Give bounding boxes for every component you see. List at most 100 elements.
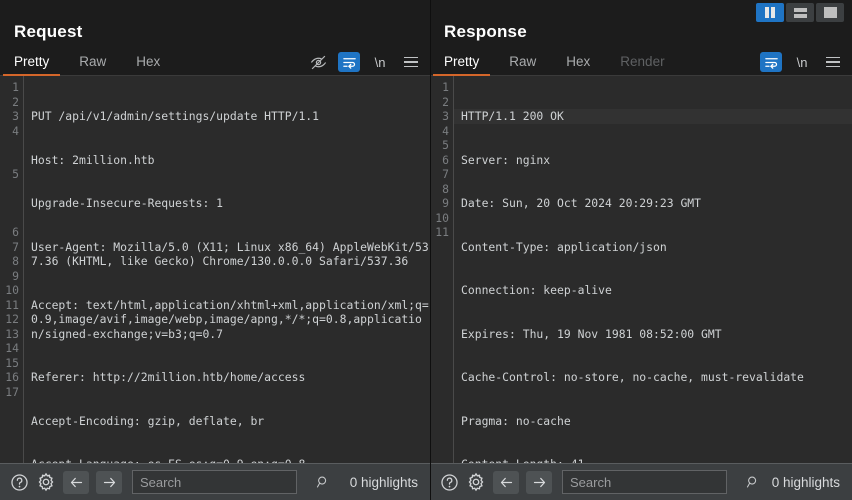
search-input[interactable] — [140, 475, 316, 490]
code-line: Upgrade-Insecure-Requests: 1 — [31, 196, 430, 211]
hamburger-bars — [826, 57, 840, 68]
newline-icon[interactable]: \n — [791, 52, 813, 72]
code-line: Accept: text/html,application/xhtml+xml,… — [31, 298, 430, 342]
line-number: 9 — [0, 269, 19, 284]
code-line: Date: Sun, 20 Oct 2024 20:29:23 GMT — [461, 196, 852, 211]
line-number: 6 — [0, 225, 19, 240]
arrow-left-icon[interactable] — [63, 471, 89, 494]
horizontal-split-icon — [794, 8, 807, 18]
response-tool-icons: \n — [760, 52, 844, 72]
line-number-blank — [0, 138, 19, 153]
code-line: Content-Length: 41 — [461, 457, 852, 463]
code-line-status: HTTP/1.1 200 OK — [454, 109, 852, 124]
line-number: 7 — [430, 167, 449, 182]
tab-response-pretty[interactable]: Pretty — [444, 54, 479, 75]
newline-label: \n — [375, 55, 386, 70]
question-circle-icon[interactable] — [10, 473, 29, 492]
word-wrap-icon[interactable] — [338, 52, 360, 72]
line-number: 1 — [0, 80, 19, 95]
line-number: 8 — [430, 182, 449, 197]
code-line: Referer: http://2million.htb/home/access — [31, 370, 430, 385]
hamburger-menu-icon[interactable] — [822, 52, 844, 72]
line-number: 13 — [0, 327, 19, 342]
request-code[interactable]: PUT /api/v1/admin/settings/update HTTP/1… — [24, 76, 430, 463]
line-number: 3 — [0, 109, 19, 124]
hamburger-bars — [404, 57, 418, 68]
tab-request-raw[interactable]: Raw — [79, 54, 106, 75]
line-number: 4 — [0, 124, 19, 139]
line-number: 1 — [430, 80, 449, 95]
code-line: Host: 2million.htb — [31, 153, 430, 168]
hamburger-menu-icon[interactable] — [400, 52, 422, 72]
layout-toggle-group — [756, 3, 844, 22]
code-line: Cache-Control: no-store, no-cache, must-… — [461, 370, 852, 385]
line-number: 5 — [430, 138, 449, 153]
arrow-right-icon[interactable] — [96, 471, 122, 494]
highlights-count: 0 highlights — [772, 475, 844, 490]
line-number: 15 — [0, 356, 19, 371]
code-line: Content-Type: application/json — [461, 240, 852, 255]
line-number: 10 — [0, 283, 19, 298]
line-number: 10 — [430, 211, 449, 226]
arrow-right-icon[interactable] — [526, 471, 552, 494]
search-box[interactable] — [132, 470, 297, 494]
newline-icon[interactable]: \n — [369, 52, 391, 72]
code-line: Expires: Thu, 19 Nov 1981 08:52:00 GMT — [461, 327, 852, 342]
response-code[interactable]: HTTP/1.1 200 OK Server: nginx Date: Sun,… — [454, 76, 852, 463]
line-number-blank — [0, 211, 19, 226]
layout-horizontal-split-button[interactable] — [786, 3, 814, 22]
gear-icon[interactable] — [466, 472, 486, 492]
line-number: 16 — [0, 370, 19, 385]
gear-icon[interactable] — [36, 472, 56, 492]
line-number: 8 — [0, 254, 19, 269]
magnifier-icon[interactable] — [316, 475, 330, 489]
pane-divider[interactable] — [430, 0, 431, 500]
request-pane: Request Pretty Raw Hex — [0, 0, 430, 500]
code-line: Accept-Language: es-ES,es;q=0.9,en;q=0.8 — [31, 457, 430, 463]
line-number: 11 — [0, 298, 19, 313]
code-line: PUT /api/v1/admin/settings/update HTTP/1… — [31, 109, 430, 124]
line-number: 17 — [0, 385, 19, 400]
response-bottom-bar: 0 highlights — [430, 463, 852, 500]
burp-repeater-window: Request Pretty Raw Hex — [0, 0, 852, 500]
code-line: Connection: keep-alive — [461, 283, 852, 298]
line-number: 4 — [430, 124, 449, 139]
response-editor[interactable]: 1 2 3 4 5 6 7 8 9 10 11 HTTP/1.1 200 OK … — [430, 76, 852, 463]
tab-response-raw[interactable]: Raw — [509, 54, 536, 75]
highlights-count: 0 highlights — [350, 475, 422, 490]
newline-label: \n — [797, 55, 808, 70]
response-tabstrip: Pretty Raw Hex Render \n — [430, 48, 852, 76]
response-pane: Response Pretty Raw Hex Render \n — [430, 0, 852, 500]
code-line: User-Agent: Mozilla/5.0 (X11; Linux x86_… — [31, 240, 430, 269]
response-gutter: 1 2 3 4 5 6 7 8 9 10 11 — [430, 76, 454, 463]
line-number: 2 — [430, 95, 449, 110]
code-line: Pragma: no-cache — [461, 414, 852, 429]
question-circle-icon[interactable] — [440, 473, 459, 492]
request-editor[interactable]: 1 2 3 4 5 6 7 8 9 10 11 12 13 14 15 — [0, 76, 430, 463]
vertical-split-icon — [765, 7, 775, 18]
line-number: 12 — [0, 312, 19, 327]
line-number: 9 — [430, 196, 449, 211]
request-gutter: 1 2 3 4 5 6 7 8 9 10 11 12 13 14 15 — [0, 76, 24, 463]
line-number-blank — [0, 196, 19, 211]
arrow-left-icon[interactable] — [493, 471, 519, 494]
eye-off-icon[interactable] — [307, 52, 329, 72]
word-wrap-icon[interactable] — [760, 52, 782, 72]
line-number: 11 — [430, 225, 449, 240]
search-input[interactable] — [570, 475, 746, 490]
line-number-blank — [0, 153, 19, 168]
tab-request-hex[interactable]: Hex — [136, 54, 160, 75]
request-tool-icons: \n — [307, 52, 422, 72]
line-number: 6 — [430, 153, 449, 168]
magnifier-icon[interactable] — [746, 475, 760, 489]
layout-single-pane-button[interactable] — [816, 3, 844, 22]
line-number: 2 — [0, 95, 19, 110]
request-title: Request — [0, 0, 430, 48]
search-box[interactable] — [562, 470, 727, 494]
layout-vertical-split-button[interactable] — [756, 3, 784, 22]
line-number-blank — [0, 182, 19, 197]
request-bottom-bar: 0 highlights — [0, 463, 430, 500]
tab-request-pretty[interactable]: Pretty — [14, 54, 49, 75]
request-tabstrip: Pretty Raw Hex — [0, 48, 430, 76]
tab-response-hex[interactable]: Hex — [566, 54, 590, 75]
